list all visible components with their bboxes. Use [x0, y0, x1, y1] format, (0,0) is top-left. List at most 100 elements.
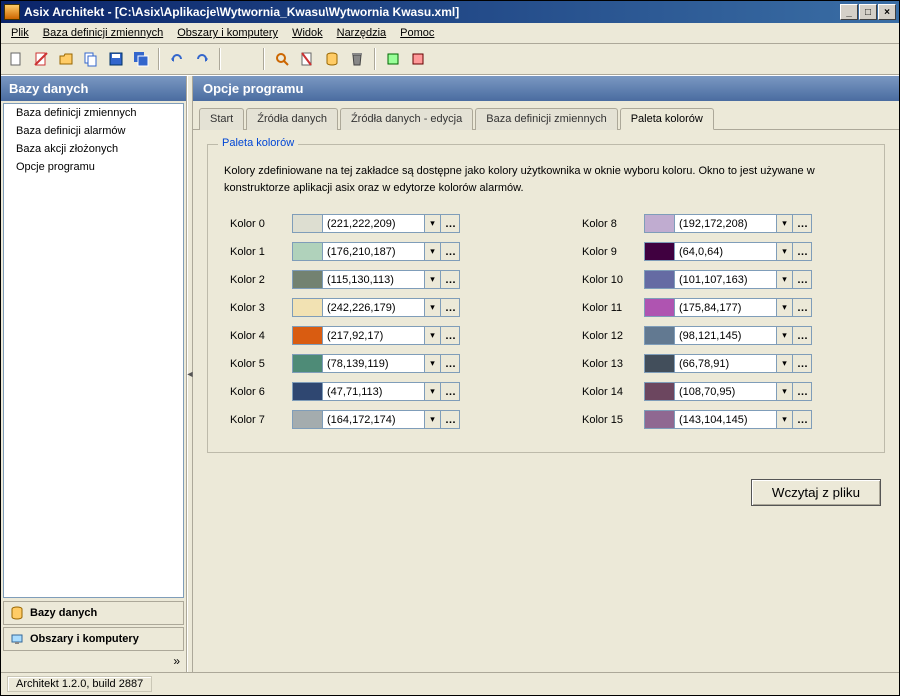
more-button[interactable]: …	[793, 270, 812, 289]
dropdown-icon[interactable]	[424, 354, 441, 373]
close-button[interactable]: ×	[878, 4, 896, 20]
color-value[interactable]: (78,139,119)	[322, 354, 424, 373]
color-value[interactable]: (115,130,113)	[322, 270, 424, 289]
tb-edit-icon[interactable]	[30, 48, 52, 70]
more-button[interactable]: …	[441, 326, 460, 345]
tab-start[interactable]: Start	[199, 108, 244, 130]
tb-run-icon[interactable]	[382, 48, 404, 70]
tab-baza-zmiennych[interactable]: Baza definicji zmiennych	[475, 108, 617, 130]
more-button[interactable]: …	[441, 382, 460, 401]
app-window: Asix Architekt - [C:\Asix\Aplikacje\Wytw…	[0, 0, 900, 696]
tb-database-icon[interactable]	[321, 48, 343, 70]
tb-delete-icon[interactable]	[296, 48, 318, 70]
menu-plik[interactable]: Plik	[5, 25, 35, 41]
menu-widok[interactable]: Widok	[286, 25, 329, 41]
dropdown-icon[interactable]	[776, 242, 793, 261]
tb-separator	[158, 48, 160, 70]
color-value[interactable]: (192,172,208)	[674, 214, 776, 233]
more-button[interactable]: …	[793, 354, 812, 373]
sidebar-item-baza-zmiennych[interactable]: Baza definicji zmiennych	[4, 104, 183, 122]
color-grid: Kolor 0(221,222,209)…Kolor 1(176,210,187…	[224, 214, 868, 438]
color-label: Kolor 4	[224, 330, 284, 342]
load-button-row: Wczytaj z pliku	[207, 479, 885, 506]
color-combo: (47,71,113) …	[292, 382, 460, 401]
color-combo: (221,222,209) …	[292, 214, 460, 233]
color-value[interactable]: (66,78,91)	[674, 354, 776, 373]
color-label: Kolor 3	[224, 302, 284, 314]
color-value[interactable]: (143,104,145)	[674, 410, 776, 429]
maximize-button[interactable]: □	[859, 4, 877, 20]
tab-zrodla[interactable]: Źródła danych	[246, 108, 338, 130]
dropdown-icon[interactable]	[776, 270, 793, 289]
more-button[interactable]: …	[793, 410, 812, 429]
color-row-left-2: Kolor 2(115,130,113)…	[224, 270, 516, 289]
tb-redo-icon[interactable]	[191, 48, 213, 70]
dropdown-icon[interactable]	[424, 326, 441, 345]
tb-find-icon[interactable]	[271, 48, 293, 70]
more-button[interactable]: …	[441, 214, 460, 233]
more-button[interactable]: …	[793, 326, 812, 345]
dropdown-icon[interactable]	[424, 270, 441, 289]
more-button[interactable]: …	[441, 242, 460, 261]
more-button[interactable]: …	[793, 382, 812, 401]
color-value[interactable]: (98,121,145)	[674, 326, 776, 345]
sidebar-expand-icon[interactable]: »	[1, 652, 186, 672]
dropdown-icon[interactable]	[776, 326, 793, 345]
title-bar: Asix Architekt - [C:\Asix\Aplikacje\Wytw…	[1, 1, 899, 23]
color-value[interactable]: (64,0,64)	[674, 242, 776, 261]
tab-zrodla-edycja[interactable]: Źródła danych - edycja	[340, 108, 473, 130]
dropdown-icon[interactable]	[424, 382, 441, 401]
more-button[interactable]: …	[441, 410, 460, 429]
color-value[interactable]: (47,71,113)	[322, 382, 424, 401]
color-value[interactable]: (108,70,95)	[674, 382, 776, 401]
more-button[interactable]: …	[793, 242, 812, 261]
dropdown-icon[interactable]	[776, 410, 793, 429]
tb-trash-icon[interactable]	[346, 48, 368, 70]
more-button[interactable]: …	[793, 298, 812, 317]
color-value[interactable]: (221,222,209)	[322, 214, 424, 233]
color-value[interactable]: (242,226,179)	[322, 298, 424, 317]
dropdown-icon[interactable]	[776, 214, 793, 233]
sidebar-item-baza-akcji[interactable]: Baza akcji złożonych	[4, 140, 183, 158]
load-from-file-button[interactable]: Wczytaj z pliku	[751, 479, 881, 506]
color-combo: (217,92,17) …	[292, 326, 460, 345]
menu-obszary[interactable]: Obszary i komputery	[171, 25, 284, 41]
menu-pomoc[interactable]: Pomoc	[394, 25, 440, 41]
color-swatch	[644, 326, 674, 345]
menu-narzedzia[interactable]: Narzędzia	[331, 25, 393, 41]
more-button[interactable]: …	[441, 298, 460, 317]
tb-copy-icon[interactable]	[80, 48, 102, 70]
dropdown-icon[interactable]	[424, 298, 441, 317]
color-value[interactable]: (164,172,174)	[322, 410, 424, 429]
dropdown-icon[interactable]	[776, 354, 793, 373]
dropdown-icon[interactable]	[424, 214, 441, 233]
color-swatch	[292, 298, 322, 317]
sidebar-item-opcje[interactable]: Opcje programu	[4, 158, 183, 176]
tb-saveall-icon[interactable]	[130, 48, 152, 70]
color-value[interactable]: (217,92,17)	[322, 326, 424, 345]
dropdown-icon[interactable]	[424, 242, 441, 261]
more-button[interactable]: …	[793, 214, 812, 233]
tb-save-icon[interactable]	[105, 48, 127, 70]
color-value[interactable]: (176,210,187)	[322, 242, 424, 261]
tb-open-icon[interactable]	[55, 48, 77, 70]
tab-paleta[interactable]: Paleta kolorów	[620, 108, 714, 130]
dropdown-icon[interactable]	[424, 410, 441, 429]
menu-baza-definicji[interactable]: Baza definicji zmiennych	[37, 25, 169, 41]
tb-stop-icon[interactable]	[407, 48, 429, 70]
tb-separator-2	[219, 48, 221, 70]
more-button[interactable]: …	[441, 354, 460, 373]
tb-new-icon[interactable]	[5, 48, 27, 70]
sidebar: Bazy danych Baza definicji zmiennych Baz…	[1, 76, 187, 672]
more-button[interactable]: …	[441, 270, 460, 289]
color-value[interactable]: (101,107,163)	[674, 270, 776, 289]
tb-undo-icon[interactable]	[166, 48, 188, 70]
sidebar-item-baza-alarmow[interactable]: Baza definicji alarmów	[4, 122, 183, 140]
color-value[interactable]: (175,84,177)	[674, 298, 776, 317]
computers-icon	[10, 632, 24, 646]
dropdown-icon[interactable]	[776, 298, 793, 317]
dropdown-icon[interactable]	[776, 382, 793, 401]
sidebar-btn-obszary[interactable]: Obszary i komputery	[3, 627, 184, 651]
sidebar-btn-bazy-danych[interactable]: Bazy danych	[3, 601, 184, 625]
minimize-button[interactable]: _	[840, 4, 858, 20]
